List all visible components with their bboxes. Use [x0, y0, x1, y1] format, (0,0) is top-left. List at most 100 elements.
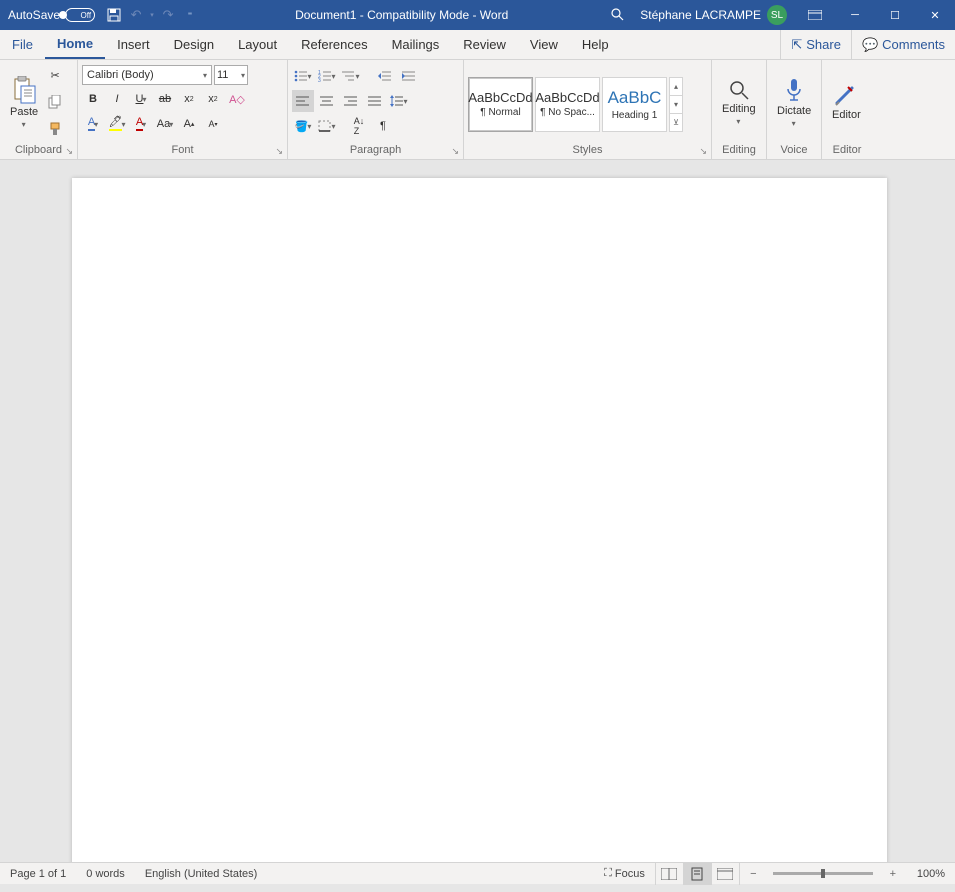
change-case-button[interactable]: Aa▾ — [154, 113, 176, 135]
dialog-launcher-icon[interactable]: ↘ — [275, 146, 283, 157]
multilevel-list-button[interactable]: ▾ — [340, 65, 362, 87]
zoom-in-button[interactable]: + — [879, 863, 907, 885]
editing-button[interactable]: Editing ▾ — [716, 63, 762, 141]
numbering-button[interactable]: 123▾ — [316, 65, 338, 87]
zoom-level[interactable]: 100% — [907, 863, 955, 884]
maximize-icon[interactable]: ☐ — [875, 0, 915, 30]
close-icon[interactable]: ✕ — [915, 0, 955, 30]
focus-mode-button[interactable]: ⛶ Focus — [594, 863, 655, 884]
styles-expand-icon[interactable]: ⊻ — [670, 114, 682, 131]
dialog-launcher-icon[interactable]: ↘ — [65, 146, 73, 157]
share-button[interactable]: ⇱ Share — [780, 30, 851, 59]
align-center-button[interactable] — [316, 90, 338, 112]
zoom-slider[interactable] — [773, 872, 873, 875]
strikethrough-button[interactable]: ab — [154, 88, 176, 110]
minimize-icon[interactable]: ─ — [835, 0, 875, 30]
style-heading1[interactable]: AaBbC Heading 1 — [602, 77, 667, 132]
dialog-launcher-icon[interactable]: ↘ — [451, 146, 459, 157]
web-layout-button[interactable] — [711, 863, 739, 885]
line-spacing-button[interactable]: ▾ — [388, 90, 410, 112]
editor-button[interactable]: Editor — [826, 63, 867, 141]
dictate-button[interactable]: Dictate ▾ — [771, 63, 817, 141]
cut-button[interactable]: ✂ — [44, 64, 66, 86]
borders-button[interactable]: ▾ — [316, 115, 338, 137]
tab-home[interactable]: Home — [45, 30, 105, 59]
chevron-down-icon: ▾ — [736, 117, 740, 126]
outdent-icon — [378, 70, 392, 82]
justify-button[interactable] — [364, 90, 386, 112]
font-size-combo[interactable]: 11▾ — [214, 65, 248, 85]
font-name-combo[interactable]: Calibri (Body)▾ — [82, 65, 212, 85]
share-icon: ⇱ — [791, 37, 802, 53]
tab-insert[interactable]: Insert — [105, 30, 162, 59]
sort-icon: A↓Z — [354, 116, 365, 136]
web-layout-icon — [717, 868, 733, 880]
underline-button[interactable]: U▾ — [130, 88, 152, 110]
bullets-button[interactable]: ▾ — [292, 65, 314, 87]
font-color-button[interactable]: A▾ — [130, 113, 152, 135]
group-label-font: Font — [171, 144, 193, 156]
shading-button[interactable]: 🪣▾ — [292, 115, 314, 137]
autosave-toggle[interactable]: Off — [65, 8, 95, 22]
clear-formatting-button[interactable]: A◇ — [226, 88, 248, 110]
indent-icon — [402, 70, 416, 82]
undo-button[interactable]: ↶ — [125, 4, 147, 26]
paintbrush-icon — [48, 122, 62, 136]
editor-icon — [834, 83, 858, 107]
show-hide-button[interactable]: ¶ — [372, 115, 394, 137]
redo-button[interactable]: ↷ — [157, 4, 179, 26]
save-icon[interactable] — [103, 4, 125, 26]
avatar: SL — [767, 5, 787, 25]
qat-customize[interactable]: ⁼ — [179, 4, 201, 26]
zoom-out-button[interactable]: − — [739, 863, 767, 885]
increase-indent-button[interactable] — [398, 65, 420, 87]
tab-references[interactable]: References — [289, 30, 379, 59]
format-painter-button[interactable] — [44, 118, 66, 140]
status-language[interactable]: English (United States) — [135, 863, 268, 884]
copy-button[interactable] — [44, 91, 66, 113]
bold-button[interactable]: B — [82, 88, 104, 110]
dialog-launcher-icon[interactable]: ↘ — [699, 146, 707, 157]
align-left-button[interactable] — [292, 90, 314, 112]
print-layout-button[interactable] — [683, 863, 711, 885]
highlight-button[interactable]: 🖊▾ — [106, 113, 128, 135]
zoom-thumb[interactable] — [821, 869, 825, 878]
text-effects-button[interactable]: A▾ — [82, 113, 104, 135]
styles-up-icon[interactable]: ▴ — [670, 78, 682, 96]
search-icon[interactable] — [602, 7, 632, 24]
style-normal[interactable]: AaBbCcDd ¶ Normal — [468, 77, 533, 132]
tab-review[interactable]: Review — [451, 30, 518, 59]
comments-button[interactable]: 💬 Comments — [851, 30, 955, 59]
align-right-button[interactable] — [340, 90, 362, 112]
paste-button[interactable]: Paste ▾ — [4, 63, 44, 141]
tab-mailings[interactable]: Mailings — [380, 30, 452, 59]
read-mode-icon — [661, 868, 677, 880]
document-area[interactable] — [0, 160, 955, 862]
document-title: Document1 - Compatibility Mode - Word — [201, 8, 602, 22]
tab-help[interactable]: Help — [570, 30, 621, 59]
styles-down-icon[interactable]: ▾ — [670, 96, 682, 114]
decrease-indent-button[interactable] — [374, 65, 396, 87]
italic-button[interactable]: I — [106, 88, 128, 110]
document-page[interactable] — [72, 178, 887, 862]
style-nospacing[interactable]: AaBbCcDd ¶ No Spac... — [535, 77, 600, 132]
ribbon-display-options-icon[interactable] — [795, 0, 835, 30]
group-label-paragraph: Paragraph — [350, 144, 401, 156]
subscript-button[interactable]: x2 — [178, 88, 200, 110]
status-words[interactable]: 0 words — [76, 863, 135, 884]
tab-view[interactable]: View — [518, 30, 570, 59]
sort-button[interactable]: A↓Z — [348, 115, 370, 137]
undo-dropdown[interactable]: ▾ — [147, 4, 157, 26]
shrink-font-button[interactable]: A▾ — [202, 113, 224, 135]
tab-design[interactable]: Design — [162, 30, 226, 59]
status-page[interactable]: Page 1 of 1 — [0, 863, 76, 884]
autosave-control[interactable]: AutoSave Off — [0, 8, 103, 22]
read-mode-button[interactable] — [655, 863, 683, 885]
tab-file[interactable]: File — [0, 30, 45, 59]
svg-text:3: 3 — [318, 78, 321, 82]
superscript-button[interactable]: x2 — [202, 88, 224, 110]
focus-icon: ⛶ — [604, 867, 612, 880]
grow-font-button[interactable]: A▴ — [178, 113, 200, 135]
user-account[interactable]: Stéphane LACRAMPE SL — [632, 5, 795, 25]
tab-layout[interactable]: Layout — [226, 30, 289, 59]
